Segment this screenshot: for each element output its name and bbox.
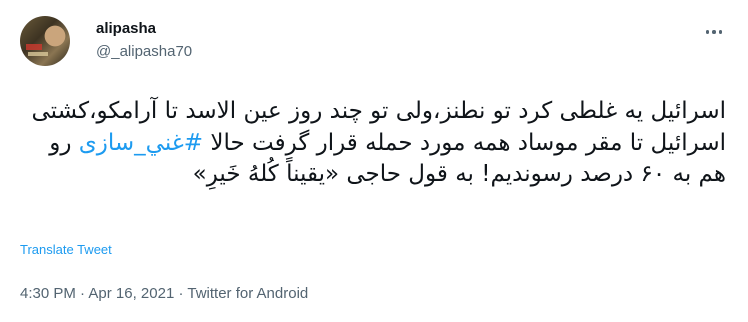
display-name[interactable]: alipasha bbox=[96, 20, 156, 37]
tweet-date[interactable]: Apr 16, 2021 bbox=[88, 285, 174, 302]
avatar[interactable] bbox=[20, 16, 70, 66]
user-handle[interactable]: @_alipasha70 bbox=[96, 43, 192, 60]
more-options-button[interactable] bbox=[700, 18, 728, 46]
more-horizontal-icon bbox=[712, 30, 716, 34]
more-horizontal-icon bbox=[718, 30, 723, 34]
tweet-card: alipasha @_alipasha70 اسرائیل یه غلطی کر… bbox=[0, 0, 748, 322]
avatar-detail bbox=[26, 44, 42, 50]
hashtag-link[interactable]: #غني_سازی bbox=[79, 130, 203, 156]
translate-tweet-link[interactable]: Translate Tweet bbox=[20, 242, 112, 257]
separator: · bbox=[174, 285, 188, 302]
tweet-source[interactable]: Twitter for Android bbox=[187, 285, 308, 302]
tweet-metadata: 4:30 PM · Apr 16, 2021 · Twitter for And… bbox=[20, 285, 308, 302]
tweet-text: اسرائیل یه غلطی کرد تو نطنز،ولی تو چند ر… bbox=[20, 96, 726, 191]
tweet-time[interactable]: 4:30 PM bbox=[20, 285, 76, 302]
more-horizontal-icon bbox=[705, 30, 710, 34]
separator: · bbox=[75, 285, 89, 302]
avatar-detail bbox=[28, 52, 48, 56]
